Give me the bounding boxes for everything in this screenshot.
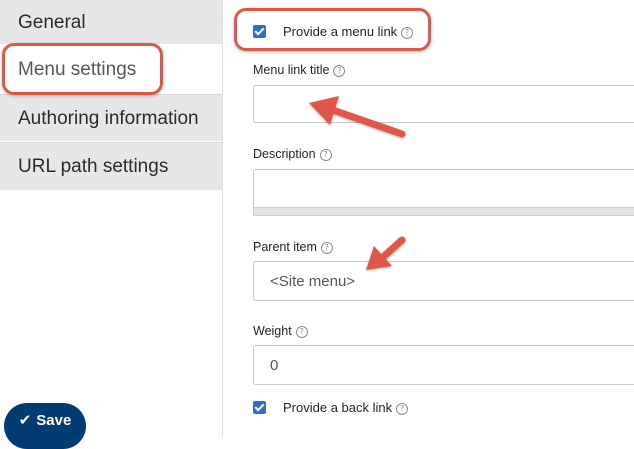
- menu-link-title-label: Menu link title?: [253, 63, 346, 77]
- menu-link-title-text: Menu link title: [253, 63, 330, 77]
- weight-label: Weight?: [253, 324, 308, 338]
- help-icon[interactable]: ?: [295, 326, 308, 338]
- help-icon[interactable]: ?: [320, 242, 333, 254]
- tab-authoring-information[interactable]: Authoring information: [0, 94, 222, 141]
- description-text: Description: [253, 147, 316, 161]
- weight-text: Weight: [253, 324, 292, 338]
- tab-menu-settings-label: Menu settings: [18, 58, 137, 80]
- description-textarea[interactable]: [253, 169, 634, 207]
- save-button[interactable]: ✔ Save: [4, 403, 86, 449]
- provide-menu-link-label[interactable]: Provide a menu link?: [283, 24, 414, 39]
- tab-authoring-information-label: Authoring information: [18, 107, 199, 129]
- tab-general-label: General: [18, 11, 86, 33]
- parent-item-label: Parent item?: [253, 240, 333, 254]
- checkmark-icon: ✔: [18, 411, 32, 429]
- provide-back-link-text: Provide a back link: [283, 400, 393, 415]
- weight-input[interactable]: [253, 345, 634, 385]
- help-icon[interactable]: ?: [319, 149, 332, 161]
- help-icon[interactable]: ?: [333, 65, 346, 77]
- provide-back-link-label[interactable]: Provide a back link?: [283, 400, 409, 415]
- save-button-label: Save: [36, 411, 72, 429]
- menu-link-title-input[interactable]: [253, 85, 634, 123]
- provide-back-link-checkbox[interactable]: [253, 401, 266, 414]
- parent-item-select[interactable]: <Site menu>: [253, 261, 634, 301]
- help-icon[interactable]: ?: [401, 27, 414, 39]
- help-icon[interactable]: ?: [396, 403, 409, 415]
- provide-menu-link-checkbox[interactable]: [253, 25, 266, 38]
- tabs-divider: [222, 0, 223, 437]
- textarea-resize-handle[interactable]: [253, 207, 634, 216]
- parent-item-text: Parent item: [253, 240, 317, 254]
- description-field: [253, 169, 634, 216]
- tab-url-path-settings-label: URL path settings: [18, 156, 169, 177]
- tab-menu-settings[interactable]: Menu settings: [0, 45, 222, 93]
- vertical-tabs: General Menu settings Authoring informat…: [0, 0, 222, 437]
- tab-general[interactable]: General: [0, 0, 222, 44]
- description-label: Description?: [253, 147, 332, 161]
- provide-menu-link-text: Provide a menu link: [283, 24, 398, 39]
- tab-url-path-settings[interactable]: URL path settings: [0, 142, 222, 190]
